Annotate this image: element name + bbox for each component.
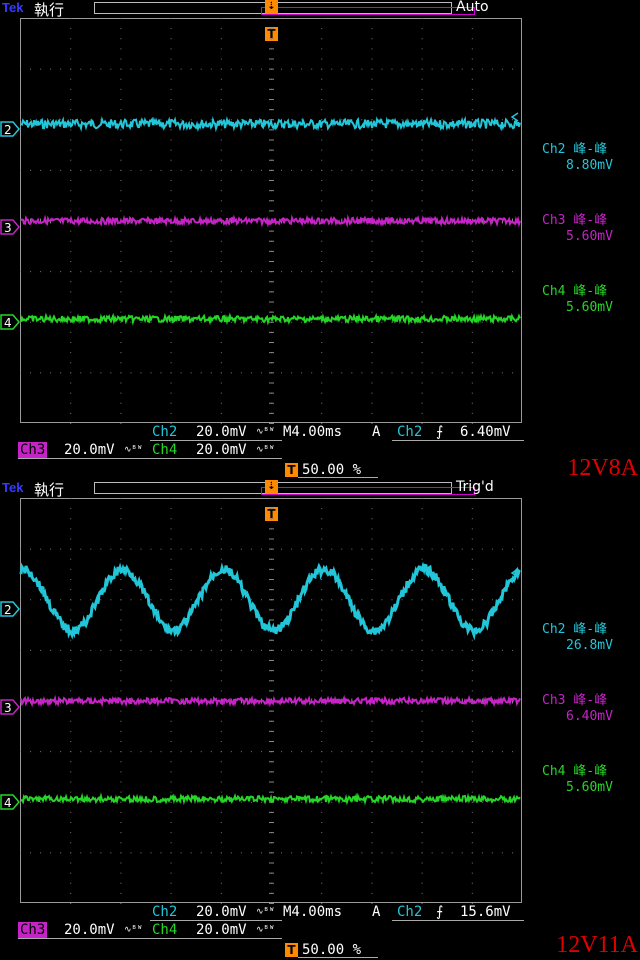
timebase: M4.00ms <box>283 424 343 440</box>
channel-marker-label: 3 <box>4 701 12 715</box>
trigger-position-box <box>298 941 378 958</box>
channel-marker-label: 2 <box>4 603 12 617</box>
ch2-scale: 20.0mV <box>196 904 247 920</box>
annotation-label: 12V11A <box>556 932 638 958</box>
measurement-label: Ch2 峰-峰 <box>542 622 608 637</box>
status-row-2: Ch3 20.0mV ∿ᴮᵂ Ch4 20.0mV ∿ᴮᵂ <box>0 442 640 460</box>
bandwidth-limit-icon: ∿ᴮᵂ <box>256 907 275 917</box>
measurement-value: 8.80mV <box>566 158 613 173</box>
ch3-scale: 20.0mV <box>64 922 115 938</box>
measurement-ch3: Ch3 峰-峰 5.60mV <box>542 213 613 245</box>
trigger-position-icon: T <box>285 463 298 477</box>
trigger-slope-icon: ⨍ <box>436 904 444 920</box>
channel-marker-label: 4 <box>4 316 12 330</box>
status-row-1: Ch2 20.0mV ∿ᴮᵂ M4.00ms A Ch2 ⨍ 15.6mV <box>0 904 640 922</box>
trigger-source: Ch2 <box>397 904 423 920</box>
trigger-slope-icon: ⨍ <box>436 424 444 440</box>
ch4-scale: 20.0mV <box>196 442 247 458</box>
status-row-3: T 50.00 % <box>0 941 640 959</box>
waveform-ch2 <box>20 115 521 133</box>
trigger-level: 6.40mV <box>460 424 511 440</box>
waveform-ch4 <box>20 792 521 806</box>
ch3-scale: 20.0mV <box>64 442 115 458</box>
bandwidth-limit-icon: ∿ᴮᵂ <box>124 925 143 935</box>
trigger-level: 15.6mV <box>460 904 511 920</box>
annotation-label: 12V8A <box>567 455 638 481</box>
trigger-position-box <box>298 461 378 478</box>
waveform-ch3 <box>20 694 521 708</box>
ch2-scale: 20.0mV <box>196 424 247 440</box>
measurement-label: Ch3 峰-峰 <box>542 213 608 228</box>
bandwidth-limit-icon: ∿ᴮᵂ <box>256 925 275 935</box>
channel-marker-ch3: 3 <box>0 219 20 235</box>
trigger-source: Ch2 <box>397 424 423 440</box>
measurement-value: 5.60mV <box>566 300 613 315</box>
channel-marker-ch2: 2 <box>0 601 20 617</box>
measurement-value: 6.40mV <box>566 709 613 724</box>
channel-marker-ch4: 4 <box>0 794 20 810</box>
channel-marker-label: 4 <box>4 796 12 810</box>
timebase: M4.00ms <box>283 904 343 920</box>
trigger-type: A <box>372 904 381 920</box>
trigger-type: A <box>372 424 381 440</box>
bandwidth-limit-icon: ∿ᴮᵂ <box>124 445 143 455</box>
status-row-1: Ch2 20.0mV ∿ᴮᵂ M4.00ms A Ch2 ⨍ 6.40mV <box>0 424 640 442</box>
measurement-value: 5.60mV <box>566 229 613 244</box>
measurement-ch3: Ch3 峰-峰 6.40mV <box>542 693 613 725</box>
status-row-3: T 50.00 % <box>0 461 640 479</box>
channel-marker-ch4: 4 <box>0 314 20 330</box>
bandwidth-limit-icon: ∿ᴮᵂ <box>256 427 275 437</box>
measurement-ch4: Ch4 峰-峰 5.60mV <box>542 284 613 316</box>
ch2-name: Ch2 <box>152 904 178 920</box>
measurement-label: Ch4 峰-峰 <box>542 284 608 299</box>
ch4-name: Ch4 <box>152 922 178 938</box>
channel-marker-label: 3 <box>4 221 12 235</box>
measurement-ch4: Ch4 峰-峰 5.60mV <box>542 764 613 796</box>
oscilloscope-screen-top: Tek 執行 ⇣ Auto T 234 Ch2 峰-峰 8.80mV Ch3 峰… <box>0 0 640 481</box>
measurement-label: Ch2 峰-峰 <box>542 142 608 157</box>
channel-marker-label: 2 <box>4 123 12 137</box>
ch2-name: Ch2 <box>152 424 178 440</box>
measurement-value: 5.60mV <box>566 780 613 795</box>
channel-marker-ch3: 3 <box>0 699 20 715</box>
ch4-name: Ch4 <box>152 442 178 458</box>
measurement-label: Ch3 峰-峰 <box>542 693 608 708</box>
trigger-position-icon: T <box>285 943 298 957</box>
measurement-value: 26.8mV <box>566 638 613 653</box>
waveform-ch4 <box>20 312 521 326</box>
measurement-label: Ch4 峰-峰 <box>542 764 608 779</box>
oscilloscope-screen-bottom: Tek 執行 ⇣ Trig'd T 234 Ch2 峰-峰 26.8mV Ch3… <box>0 479 640 960</box>
measurement-ch2: Ch2 峰-峰 8.80mV <box>542 142 613 174</box>
status-row-2: Ch3 20.0mV ∿ᴮᵂ Ch4 20.0mV ∿ᴮᵂ <box>0 922 640 940</box>
ch4-scale: 20.0mV <box>196 922 247 938</box>
measurement-ch2: Ch2 峰-峰 26.8mV <box>542 622 613 654</box>
channel-marker-ch2: 2 <box>0 121 20 137</box>
bandwidth-limit-icon: ∿ᴮᵂ <box>256 445 275 455</box>
